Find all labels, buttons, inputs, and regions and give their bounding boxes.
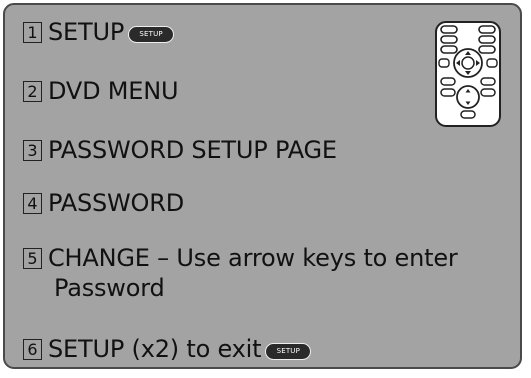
step-text: SETUP [48,18,125,46]
step-1: 1 SETUP SETUP [23,17,175,47]
step-number: 4 [23,193,42,214]
step-number: 6 [23,339,42,360]
step-text: DVD MENU [48,77,179,105]
step-number: 3 [23,140,42,161]
step-number: 2 [23,81,42,102]
step-2: 2 DVD MENU [23,76,179,106]
step-text: PASSWORD [48,189,185,217]
step-text: SETUP (x2) to exit [48,335,262,363]
step-5: 5 CHANGE – Use arrow keys to enter Passwo… [23,243,458,303]
step-text: CHANGE – Use arrow keys to enter [48,244,458,272]
setup-button-icon: SETUP [265,343,312,360]
step-text: PASSWORD SETUP PAGE [48,136,337,164]
step-number: 1 [23,22,42,43]
step-4: 4 PASSWORD [23,188,184,218]
setup-button-icon: SETUP [128,26,175,43]
step-6: 6 SETUP (x2) to exit SETUP [23,334,312,364]
step-text-continued: Password [54,274,165,302]
step-3: 3 PASSWORD SETUP PAGE [23,135,337,165]
step-number: 5 [23,248,42,269]
remote-control-icon [435,21,501,127]
